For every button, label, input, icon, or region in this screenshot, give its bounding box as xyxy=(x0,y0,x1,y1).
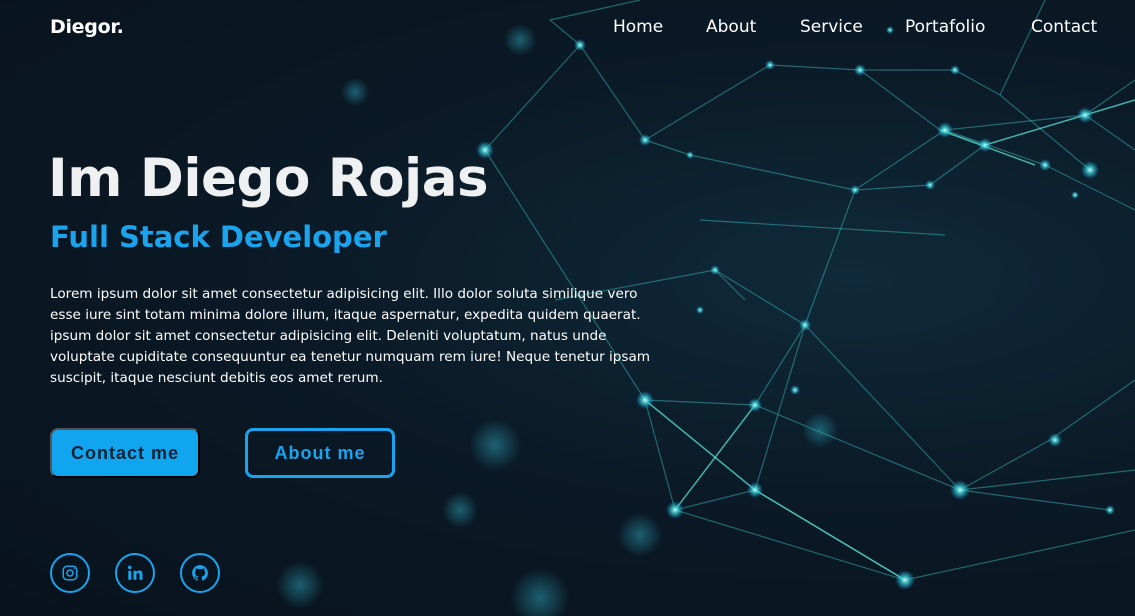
hero-title: Im Diego Rojas xyxy=(48,148,489,209)
about-me-button[interactable]: About me xyxy=(245,428,395,478)
nav-link-home[interactable]: Home xyxy=(613,17,663,37)
navbar: Diegor. Home About Service Portafolio Co… xyxy=(0,0,1135,56)
nav-link-about[interactable]: About xyxy=(706,17,756,37)
nav-link-portafolio[interactable]: Portafolio xyxy=(905,17,985,37)
contact-me-button[interactable]: Contact me xyxy=(50,428,200,478)
nav-link-contact[interactable]: Contact xyxy=(1031,17,1097,37)
page: Diegor. Home About Service Portafolio Co… xyxy=(0,0,1135,616)
site-logo[interactable]: Diegor. xyxy=(50,16,124,38)
hero-description: Lorem ipsum dolor sit amet consectetur a… xyxy=(50,286,651,386)
hero-subtitle: Full Stack Developer xyxy=(50,220,387,254)
instagram-icon xyxy=(62,565,78,581)
linkedin-link[interactable] xyxy=(115,553,155,593)
github-icon xyxy=(192,565,208,581)
nav-link-service[interactable]: Service xyxy=(800,17,863,37)
github-link[interactable] xyxy=(180,553,220,593)
instagram-link[interactable] xyxy=(50,553,90,593)
linkedin-icon xyxy=(128,565,143,580)
